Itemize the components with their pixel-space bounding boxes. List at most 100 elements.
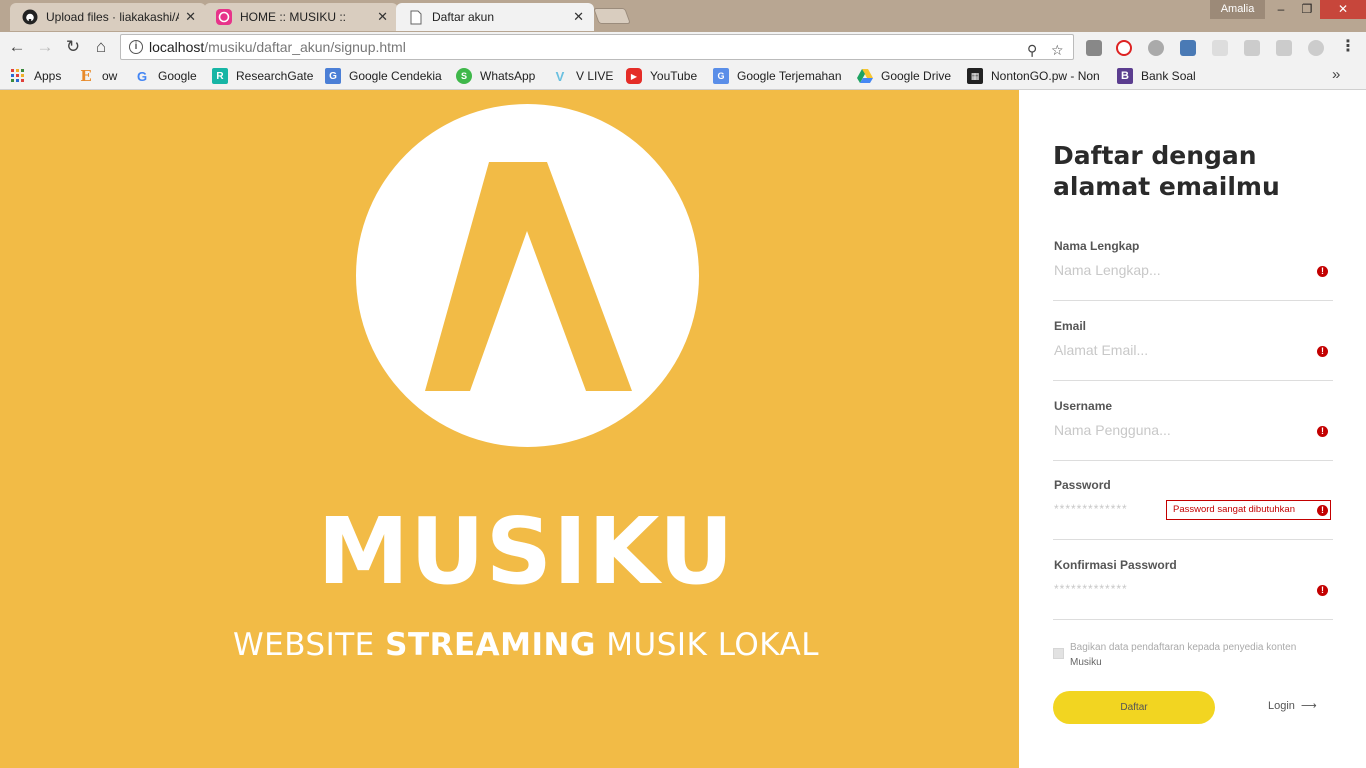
menu-icon[interactable]: ⋮ (1340, 36, 1356, 56)
tab-title: Upload files · liakakashi/A (46, 10, 180, 24)
tab-title: Daftar akun (432, 10, 495, 24)
new-tab-button[interactable] (593, 8, 631, 24)
extension-icon[interactable] (1148, 40, 1164, 56)
profile-button[interactable]: Amalia (1210, 0, 1265, 19)
tagline-bold: STREAMING (385, 627, 596, 663)
fullname-field: Nama Lengkap ! (1053, 239, 1333, 301)
bookmark-vlive[interactable]: V V LIVE (552, 68, 614, 84)
username-field: Username ! (1053, 399, 1333, 461)
browser-titlebar: Upload files · liakakashi/A ✕ HOME :: MU… (0, 0, 1366, 32)
forward-button[interactable]: → (34, 37, 56, 57)
consent-text: Bagikan data pendaftaran kepada penyedia… (1070, 642, 1297, 653)
bookmark-label: Apps (34, 69, 62, 83)
field-label: Password (1054, 478, 1111, 492)
error-message: Password sangat dibutuhkan (1173, 504, 1295, 515)
bookmark-google-terjemahan[interactable]: G Google Terjemahan (713, 68, 842, 84)
chevron-right-icon[interactable]: » (1332, 66, 1340, 83)
page-title: Daftar dengan alamat emailmu (1053, 141, 1280, 201)
bookmark-researchgate[interactable]: R ResearchGate (212, 68, 313, 84)
zoom-search-icon[interactable]: ⚲ (1027, 38, 1037, 62)
translate-icon: G (713, 68, 729, 84)
musiku-icon (216, 9, 232, 25)
tab-upload-files[interactable]: Upload files · liakakashi/A ✕ (10, 3, 206, 31)
window-close-button[interactable]: ✕ (1320, 0, 1366, 19)
confirm-password-field: Konfirmasi Password ************* ! (1053, 558, 1333, 620)
close-icon[interactable]: ✕ (573, 9, 584, 25)
bookmark-google-cendekia[interactable]: G Google Cendekia (325, 68, 442, 84)
home-button[interactable]: ⌂ (90, 37, 112, 57)
login-label: Login (1268, 700, 1295, 712)
bookmark-label: ow (102, 69, 118, 83)
extension-icon[interactable] (1212, 40, 1228, 56)
bookmark-google[interactable]: G Google (134, 68, 197, 84)
bookmark-bank-soal[interactable]: B Bank Soal (1117, 68, 1196, 84)
reload-button[interactable]: ↻ (62, 37, 84, 57)
fullname-input[interactable] (1054, 259, 1294, 281)
extension-icon[interactable] (1308, 40, 1324, 56)
extension-icon[interactable] (1180, 40, 1196, 56)
tab-home-musiku[interactable]: HOME :: MUSIKU :: ✕ (204, 3, 398, 31)
password-input[interactable]: ************* (1054, 502, 1128, 516)
tagline-part: MUSIK LOKAL (595, 627, 820, 663)
brand-title: MUSIKU (317, 498, 735, 605)
apps-grid-icon (10, 68, 26, 84)
drive-icon (857, 68, 873, 84)
youtube-icon: ▶ (626, 68, 642, 84)
field-label: Username (1054, 399, 1113, 413)
bookmark-apps[interactable]: Apps (10, 68, 61, 84)
bookmark-label: Bank Soal (1141, 69, 1196, 83)
researchgate-icon: R (212, 68, 228, 84)
info-icon[interactable]: i (129, 40, 143, 54)
signup-panel: Daftar dengan alamat emailmu Nama Lengka… (1019, 90, 1366, 768)
error-icon: ! (1317, 585, 1328, 596)
bookmark-label: Google Drive (881, 69, 952, 83)
github-icon (22, 9, 38, 25)
confirm-password-input[interactable]: ************* (1054, 582, 1128, 596)
brand-tagline: WEBSITE STREAMING MUSIK LOKAL (0, 627, 1052, 663)
b-icon: B (1117, 68, 1133, 84)
bookmark-label: Google (158, 69, 197, 83)
close-icon[interactable]: ✕ (185, 9, 196, 25)
field-label: Konfirmasi Password (1054, 558, 1177, 572)
address-bar[interactable]: i localhost/musiku/daftar_akun/signup.ht… (120, 34, 1074, 60)
error-icon: ! (1317, 505, 1328, 516)
page-icon (408, 9, 424, 25)
minimize-button[interactable]: – (1268, 0, 1294, 19)
field-label: Email (1054, 319, 1087, 333)
login-link[interactable]: Login ⟶ (1268, 699, 1317, 712)
vlive-icon: V (555, 68, 565, 84)
email-input[interactable] (1054, 339, 1294, 361)
bookmark-label: YouTube (650, 69, 698, 83)
google-icon: G (136, 68, 148, 84)
bookmark-star-icon[interactable]: ☆ (1051, 38, 1064, 62)
bookmark-nontongo[interactable]: ▦ NontonGO.pw - Non (967, 68, 1103, 84)
e-icon: E (80, 67, 92, 85)
password-field: Password ************* Password sangat d… (1053, 478, 1333, 540)
consent-checkbox[interactable] (1053, 648, 1064, 659)
url-host: localhost (149, 39, 205, 55)
extension-icon[interactable] (1276, 40, 1292, 56)
bookmark-youtube[interactable]: ▶ YouTube (626, 68, 697, 84)
bookmark-google-drive[interactable]: Google Drive (857, 68, 951, 84)
whatsapp-icon: S (456, 68, 472, 84)
consent-label: Bagikan data pendaftaran kepada penyedia… (1070, 640, 1350, 670)
daftar-button[interactable]: Daftar (1053, 691, 1215, 724)
film-icon: ▦ (967, 68, 983, 84)
email-field: Email ! (1053, 319, 1333, 381)
field-label: Nama Lengkap (1054, 239, 1140, 253)
extension-icon[interactable] (1244, 40, 1260, 56)
close-icon[interactable]: ✕ (377, 9, 388, 25)
maximize-button[interactable]: ❐ (1294, 0, 1320, 19)
bookmark-label: Google Cendekia (349, 69, 442, 83)
bookmark-whatsapp[interactable]: S WhatsApp (456, 68, 535, 84)
extension-icon[interactable] (1116, 40, 1132, 56)
username-input[interactable] (1054, 419, 1294, 441)
error-icon: ! (1317, 266, 1328, 277)
logo-icon (356, 104, 699, 447)
extension-icon[interactable] (1086, 40, 1102, 56)
tab-daftar-akun[interactable]: Daftar akun ✕ (396, 3, 594, 31)
browser-toolbar: ← → ↻ ⌂ i localhost/musiku/daftar_akun/s… (0, 32, 1366, 62)
bookmark-ow[interactable]: E ow (78, 67, 118, 85)
back-button[interactable]: ← (6, 37, 28, 57)
scholar-icon: G (325, 68, 341, 84)
